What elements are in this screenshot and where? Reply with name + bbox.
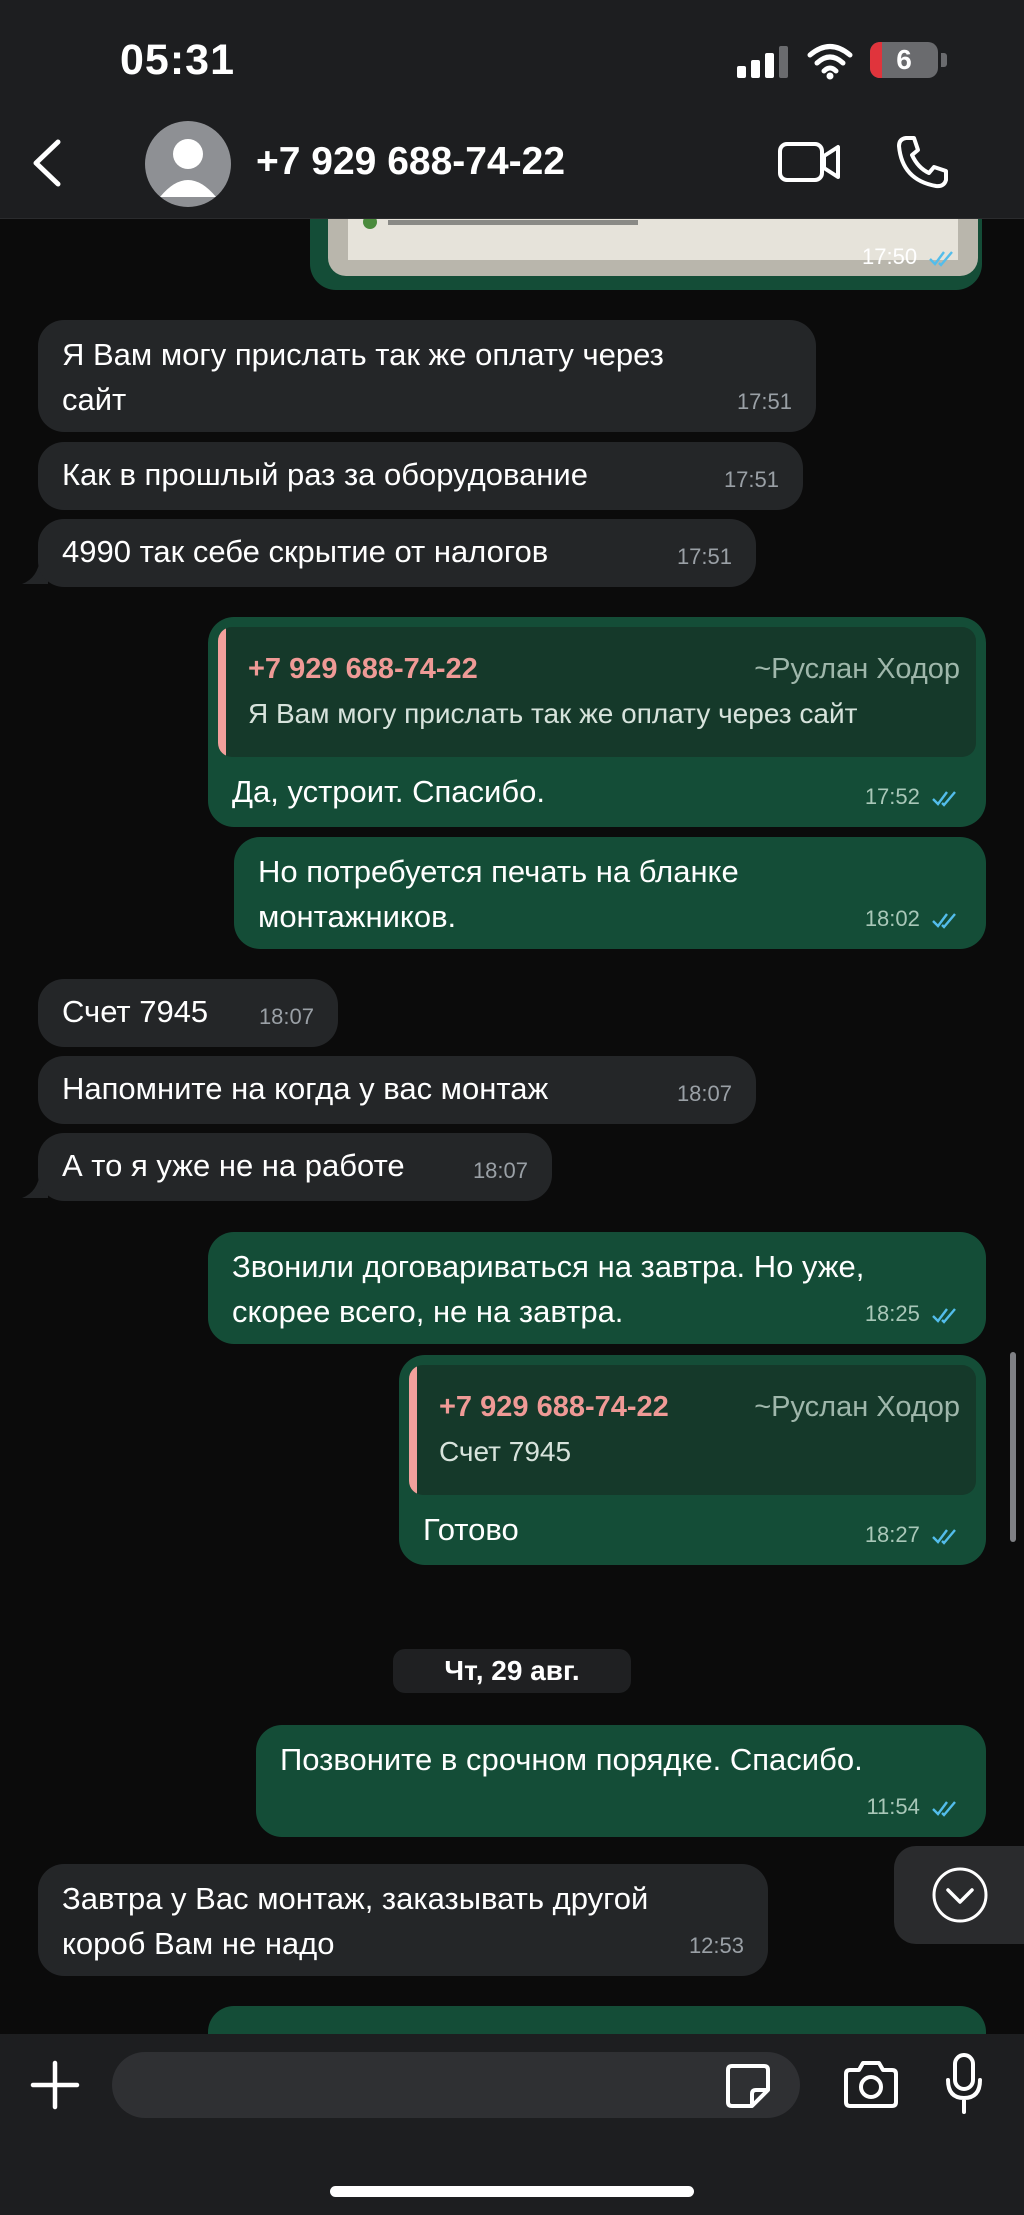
camera-icon[interactable] [842,2060,900,2110]
quote-text: Счет 7945 [439,1436,572,1467]
read-ticks-icon [932,913,956,929]
incoming-message[interactable]: 4990 так себе скрытие от налогов 17:51 [38,519,756,587]
scroll-to-bottom-button[interactable] [894,1846,1024,1944]
contact-name[interactable]: +7 929 688-74-22 [256,140,565,184]
sticker-icon[interactable] [724,2062,772,2110]
chat-area[interactable]: 17:50 Я Вам могу прислать так же оплату … [0,0,1024,2215]
battery-icon: 6 [870,42,938,78]
avatar[interactable] [145,121,231,207]
quote-sender: +7 929 688-74-22 [439,1391,669,1423]
chevron-down-icon [932,1867,988,1923]
message-meta: 11:54 [866,1784,962,1829]
message-line: монтажников. [258,899,457,934]
message-time: 18:27 [864,1522,920,1547]
quote-bar [218,627,226,757]
quoted-message[interactable]: +7 929 688-74-22 ~Руслан Ходор Я Вам мог… [218,627,976,757]
read-ticks-icon [929,251,954,267]
outgoing-reply-message[interactable]: +7 929 688-74-22 ~Руслан Ходор Я Вам мог… [208,617,986,827]
message-time: 18:02 [864,906,920,931]
read-ticks-icon [932,791,956,807]
message-text: Звонили договариваться на завтра. Но уже… [232,1244,864,1334]
read-ticks-icon [932,1308,956,1324]
plus-icon[interactable] [30,2060,80,2110]
quote-text: Я Вам могу прислать так же оплату через … [248,698,858,729]
message-time: 18:07 [472,1158,528,1183]
incoming-message[interactable]: Счет 7945 18:07 [38,979,338,1047]
message-text: Да, устроит. Спасибо. [232,774,545,809]
quote-bar [409,1365,417,1495]
message-meta: 18:27 [865,1512,962,1557]
back-chevron-icon[interactable] [28,138,68,188]
outgoing-reply-message[interactable]: +7 929 688-74-22 ~Руслан Ходор Счет 7945… [399,1355,986,1565]
message-text: А то я уже не на работе [62,1148,405,1183]
quote-alias: ~Руслан Ходор [754,1391,960,1423]
message-text: 4990 так себе скрытие от налогов [62,534,549,569]
quote-alias: ~Руслан Ходор [754,653,960,685]
status-time: 05:31 [120,36,235,84]
message-line: скорее всего, не на завтра. [232,1294,624,1329]
incoming-message[interactable]: Завтра у Вас монтаж, заказывать другой к… [38,1864,768,1976]
message-time: 18:07 [258,1004,314,1029]
outgoing-message[interactable]: Позвоните в срочном порядке. Спасибо. 11… [256,1725,986,1837]
phone-call-icon[interactable] [896,134,948,190]
message-meta: 18:25 [865,1291,962,1336]
incoming-message[interactable]: А то я уже не на работе 18:07 [38,1133,552,1201]
video-call-icon[interactable] [778,140,840,184]
date-separator: Чт, 29 авг. [393,1649,631,1693]
read-ticks-icon [932,1529,956,1545]
message-composer [0,2034,1024,2215]
message-text: Завтра у Вас монтаж, заказывать другой к… [62,1876,648,1966]
message-time: 17:51 [676,544,732,569]
message-text: Как в прошлый раз за оборудование [62,457,588,492]
image-timestamp: 17:50 [862,244,959,270]
message-line: Я Вам могу прислать так же оплату через [62,337,664,372]
message-text: Позвоните в срочном порядке. Спасибо. [280,1742,863,1777]
message-text: Но потребуется печать на бланке монтажни… [258,849,739,939]
message-text: Напомните на когда у вас монтаж [62,1071,549,1106]
read-ticks-icon [932,1801,956,1817]
message-meta: 17:52 [865,774,962,819]
message-text: Готово [423,1512,519,1547]
outgoing-message[interactable]: Но потребуется печать на бланке монтажни… [234,837,986,949]
chat-header: 05:31 6 +7 929 688-74-22 [0,0,1024,219]
message-time: 17:51 [723,467,779,492]
message-text: Я Вам могу прислать так же оплату через … [62,332,664,422]
quote-sender: +7 929 688-74-22 [248,653,478,685]
incoming-message[interactable]: Как в прошлый раз за оборудование 17:51 [38,442,803,510]
incoming-message[interactable]: Я Вам могу прислать так же оплату через … [38,320,816,432]
microphone-icon[interactable] [944,2052,984,2116]
message-line: короб Вам не надо [62,1926,335,1961]
message-line: Завтра у Вас монтаж, заказывать другой [62,1881,649,1916]
message-time: 17:51 [736,389,792,414]
message-line: сайт [62,382,127,417]
message-time: 11:54 [866,1794,920,1819]
message-meta: 18:02 [865,896,962,941]
scroll-indicator[interactable] [1010,1352,1016,1542]
wifi-icon [807,44,853,80]
battery-level: 6 [896,44,912,75]
message-time: 17:52 [864,784,920,809]
message-time: 18:07 [676,1081,732,1106]
quoted-message[interactable]: +7 929 688-74-22 ~Руслан Ходор Счет 7945 [409,1365,976,1495]
message-input[interactable] [112,2052,800,2118]
outgoing-message[interactable]: Звонили договариваться на завтра. Но уже… [208,1232,986,1344]
message-time: 12:53 [688,1933,744,1958]
cellular-signal-icon [737,46,789,78]
home-indicator [330,2186,694,2197]
message-time: 17:50 [862,244,918,269]
message-line: Но потребуется печать на бланке [258,854,739,889]
message-line: Звонили договариваться на завтра. Но уже… [232,1249,865,1284]
battery-tip [941,53,947,67]
incoming-message[interactable]: Напомните на когда у вас монтаж 18:07 [38,1056,756,1124]
person-icon [160,139,216,197]
message-time: 18:25 [864,1301,920,1326]
message-text: Счет 7945 [62,994,209,1029]
